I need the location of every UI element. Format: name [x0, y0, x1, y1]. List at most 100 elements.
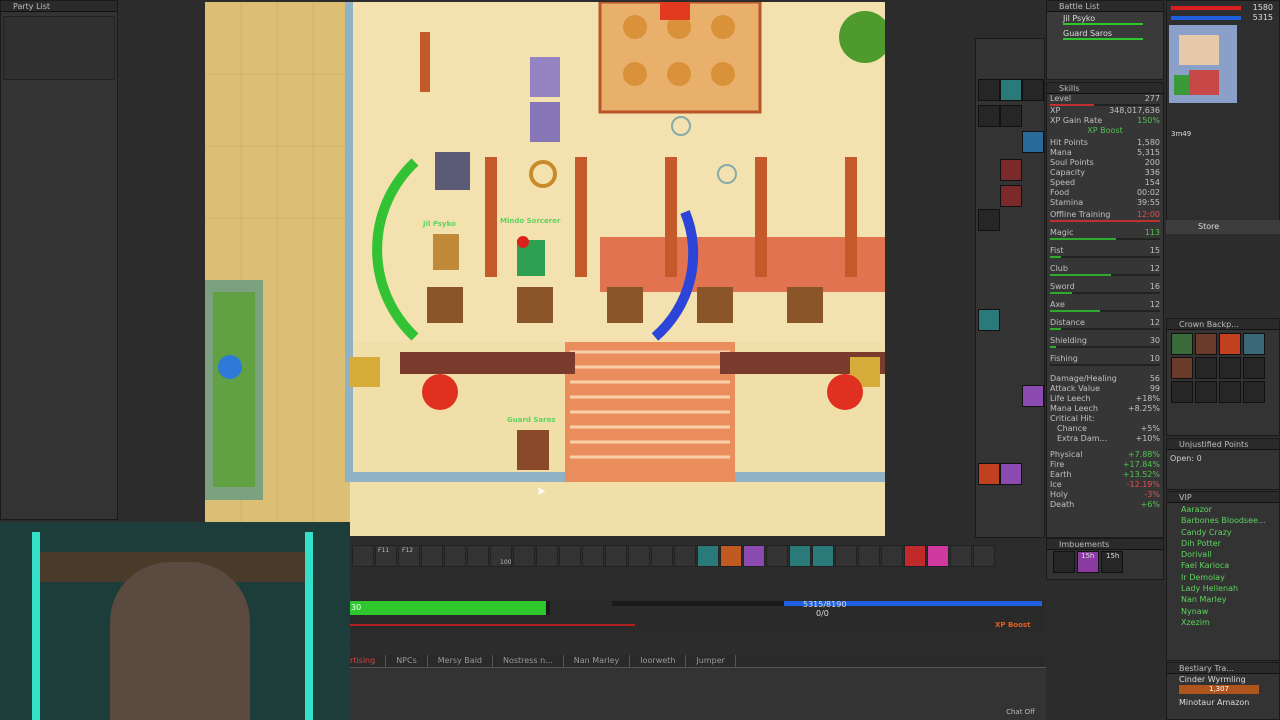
backpack-slot[interactable] [1243, 381, 1265, 403]
backpack-slot[interactable] [1243, 357, 1265, 379]
hotbar-slot[interactable] [812, 545, 834, 567]
chat-off-button[interactable]: Chat Off [1006, 708, 1035, 716]
element-value: +6% [1140, 500, 1160, 509]
hotbar-slot[interactable] [789, 545, 811, 567]
equip-slot[interactable] [1022, 385, 1044, 407]
stat-value: 00:02 [1136, 188, 1160, 197]
vip-entry[interactable]: Dih Potter [1167, 538, 1279, 549]
backpack-slot[interactable] [1195, 381, 1217, 403]
hotbar-slot[interactable] [513, 545, 535, 567]
npc-name-label: Mindo Sorcerer [500, 217, 561, 225]
backpack-slot[interactable] [1219, 381, 1241, 403]
chat-tab[interactable]: rtising [350, 655, 387, 667]
xp-boost-label[interactable]: XP Boost [995, 621, 1030, 629]
xp-boost-row[interactable]: XP Boost [1047, 126, 1163, 136]
misc-row: Life Leech +18% [1047, 394, 1163, 404]
backpack-slot[interactable] [1219, 333, 1241, 355]
hotbar-row-1[interactable] [352, 545, 996, 570]
game-viewport[interactable]: Jil Psyko Mindo Sorcerer Guard Saros ➤ [205, 2, 885, 536]
xp-gain-label: XP Gain Rate [1050, 116, 1103, 125]
vip-entry[interactable]: Xzezim [1167, 617, 1279, 628]
backpack-slot[interactable] [1195, 357, 1217, 379]
equip-slot[interactable] [1000, 463, 1022, 485]
hotbar-slot[interactable] [835, 545, 857, 567]
equip-slot[interactable] [1000, 159, 1022, 181]
backpack-slot[interactable] [1195, 333, 1217, 355]
vip-entry[interactable]: Nynaw [1167, 606, 1279, 617]
vip-list: Aarazor Barbones Bloodsee... Candy Crazy Di… [1167, 504, 1279, 628]
equip-slot[interactable] [978, 463, 1000, 485]
stat-label: Capacity [1050, 168, 1085, 177]
hotbar-slot[interactable] [927, 545, 949, 567]
vip-entry[interactable]: Aarazor [1167, 504, 1279, 515]
hotbar-slot[interactable] [881, 545, 903, 567]
hotbar-slot[interactable] [582, 545, 604, 567]
hotbar-slot[interactable] [858, 545, 880, 567]
hotbar-slot[interactable] [720, 545, 742, 567]
imbuement-slot[interactable] [1053, 551, 1075, 573]
chat-tab[interactable]: Ioorweth [630, 655, 687, 667]
hotbar-slot[interactable] [444, 545, 466, 567]
equip-slot[interactable] [978, 209, 1000, 231]
minimap[interactable] [1169, 25, 1237, 103]
hotbar-slot[interactable] [559, 545, 581, 567]
battle-entry[interactable]: Jil Psyko [1047, 12, 1163, 25]
backpack-slot[interactable] [1219, 357, 1241, 379]
vip-entry[interactable]: Barbones Bloodsee... [1167, 515, 1279, 526]
hotbar-slot[interactable] [674, 545, 696, 567]
hotbar-slot[interactable] [605, 545, 627, 567]
hotbar-slot[interactable] [352, 545, 374, 567]
vip-entry[interactable]: Lady Hellenah [1167, 583, 1279, 594]
chat-tab[interactable]: NPCs [386, 655, 428, 667]
equip-slot[interactable] [978, 309, 1000, 331]
equip-slot[interactable] [1000, 185, 1022, 207]
chat-tab[interactable]: Nan Marley [564, 655, 631, 667]
skill-value: 12 [1149, 264, 1160, 273]
chat-tab[interactable]: Jumper [686, 655, 736, 667]
hotbar-slot[interactable] [697, 545, 719, 567]
store-button-label[interactable]: Store [1198, 222, 1219, 231]
vip-entry[interactable]: Fael Karioca [1167, 560, 1279, 571]
hotbar-slot[interactable] [421, 545, 443, 567]
backpack-slot[interactable] [1171, 333, 1193, 355]
hotbar-slot[interactable] [766, 545, 788, 567]
hotbar-slot[interactable] [536, 545, 558, 567]
element-row: Death +6% [1047, 500, 1163, 510]
chat-tab[interactable]: Nostress n... [493, 655, 564, 667]
misc-label: Mana Leech [1050, 404, 1098, 413]
hotbar-slot[interactable] [973, 545, 995, 567]
equip-slot[interactable] [1000, 79, 1022, 101]
vip-entry[interactable]: Candy Crazy [1167, 527, 1279, 538]
equip-slot[interactable] [978, 79, 1000, 101]
vip-entry[interactable]: Dorivall [1167, 549, 1279, 560]
stat-value: 39:55 [1136, 198, 1160, 207]
stat-value: 200 [1144, 158, 1160, 167]
backpack-slot[interactable] [1243, 333, 1265, 355]
hotbar-slot[interactable] [950, 545, 972, 567]
hotbar-slot[interactable] [904, 545, 926, 567]
hp-bar [1171, 6, 1241, 10]
hotbar-slot[interactable] [743, 545, 765, 567]
vip-entry[interactable]: Nan Marley [1167, 594, 1279, 605]
battle-entry[interactable]: Guard Saros [1047, 27, 1163, 40]
backpack-slot[interactable] [1171, 357, 1193, 379]
hp-value: 1580 [1252, 3, 1273, 12]
equip-slot[interactable] [1000, 105, 1022, 127]
skill-progress [1050, 346, 1160, 348]
bestiary-entry[interactable]: Minotaur Amazon [1167, 697, 1279, 709]
hotbar-slot[interactable] [467, 545, 489, 567]
stat-label: Mana [1050, 148, 1072, 157]
hotbar-slot[interactable] [651, 545, 673, 567]
hotbar-slot[interactable] [628, 545, 650, 567]
equip-slot[interactable] [978, 105, 1000, 127]
chat-tab[interactable]: Mersy Bald [428, 655, 493, 667]
imbuement-timer: 15h [1106, 552, 1120, 560]
equip-slot[interactable] [1022, 79, 1044, 101]
top-stats-panel: 1580 5315 3m49 [1166, 0, 1280, 225]
equip-slot[interactable] [1022, 131, 1044, 153]
element-value: +17.84% [1122, 460, 1160, 469]
bestiary-entry[interactable]: Cinder Wyrmling [1167, 674, 1279, 685]
backpack-slot[interactable] [1171, 381, 1193, 403]
vip-entry[interactable]: Ir Demolay [1167, 572, 1279, 583]
skill-value: 10 [1149, 354, 1160, 363]
